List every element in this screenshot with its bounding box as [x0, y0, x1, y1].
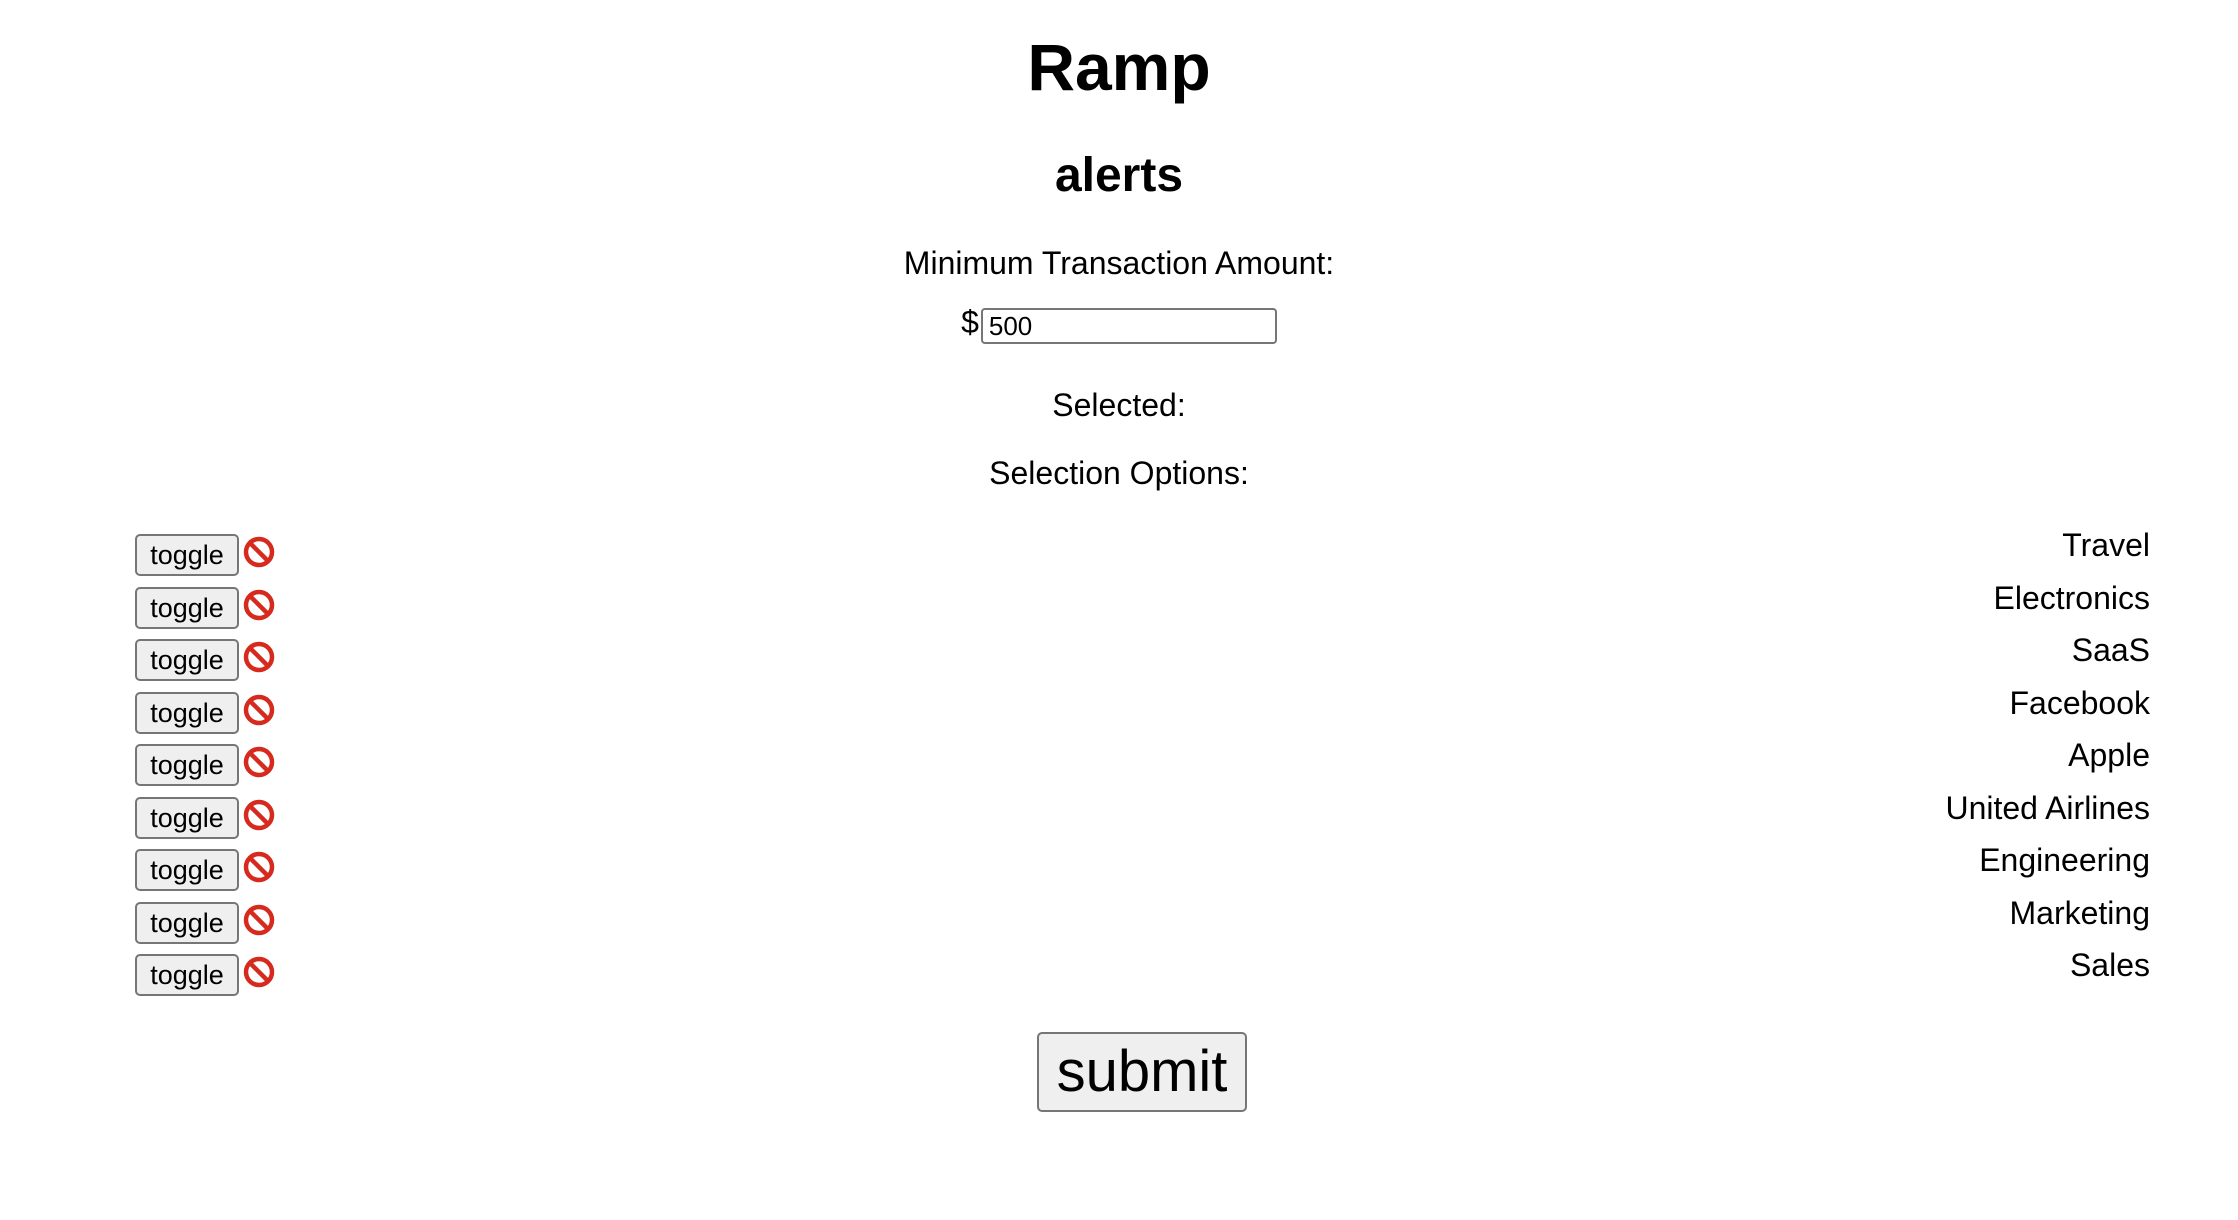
option-item: United Airlines [1945, 789, 2150, 826]
toggle-row: toggle [135, 691, 276, 745]
prohibited-icon [243, 851, 275, 883]
min-amount-input[interactable] [980, 308, 1277, 344]
prohibited-icon [243, 746, 275, 778]
page-subtitle: alerts [1054, 149, 1184, 202]
option-list: Travel Electronics SaaS Facebook Apple United… [1945, 519, 2150, 992]
prohibited-icon [243, 904, 275, 935]
toggle-row: toggle [135, 639, 276, 692]
toggle-button[interactable]: toggle [135, 744, 239, 786]
option-item: Facebook [2009, 684, 2150, 721]
alerts-page: Ramp alerts Minimum Transaction Amount: … [0, 0, 2238, 1220]
prohibited-icon [243, 694, 275, 725]
prohibited-icon [243, 589, 275, 620]
toggle-row: toggle [135, 954, 276, 1007]
option-item: Electronics [1993, 579, 2151, 616]
currency-symbol: $ [961, 304, 979, 340]
toggle-button[interactable]: toggle [135, 954, 239, 996]
toggle-list: toggle toggle toggle toggle toggle toggle togg… [135, 534, 276, 1007]
option-item: Marketing [2009, 894, 2151, 931]
selected-label: Selected: [1052, 387, 1186, 423]
toggle-row: toggle [135, 534, 276, 587]
option-item: SaaS [2071, 632, 2150, 668]
toggle-button[interactable]: toggle [135, 586, 239, 629]
option-item: Sales [2069, 947, 2150, 983]
prohibited-icon [243, 799, 275, 830]
min-amount-label: Minimum Transaction Amount: [903, 245, 1335, 281]
page-title: Ramp [1027, 30, 1211, 104]
submit-button[interactable]: submit [1037, 1032, 1247, 1112]
toggle-button[interactable]: toggle [135, 796, 239, 839]
option-item: Travel [2062, 527, 2150, 563]
toggle-button[interactable]: toggle [135, 534, 239, 576]
min-amount-row: $ [0, 304, 2238, 344]
prohibited-icon [243, 641, 275, 673]
prohibited-icon [243, 956, 275, 988]
toggle-row: toggle [135, 586, 276, 640]
option-item: Engineering [1979, 842, 2150, 878]
prohibited-icon [243, 536, 275, 568]
toggle-row: toggle [135, 901, 276, 955]
toggle-button[interactable]: toggle [135, 691, 239, 734]
toggle-row: toggle [135, 796, 276, 850]
toggle-row: toggle [135, 849, 276, 902]
option-item: Apple [2068, 737, 2150, 773]
toggle-row: toggle [135, 744, 276, 797]
toggle-button[interactable]: toggle [135, 849, 239, 891]
toggle-button[interactable]: toggle [135, 901, 239, 944]
toggle-button[interactable]: toggle [135, 639, 239, 681]
selection-options-label: Selection Options: [989, 455, 1249, 491]
